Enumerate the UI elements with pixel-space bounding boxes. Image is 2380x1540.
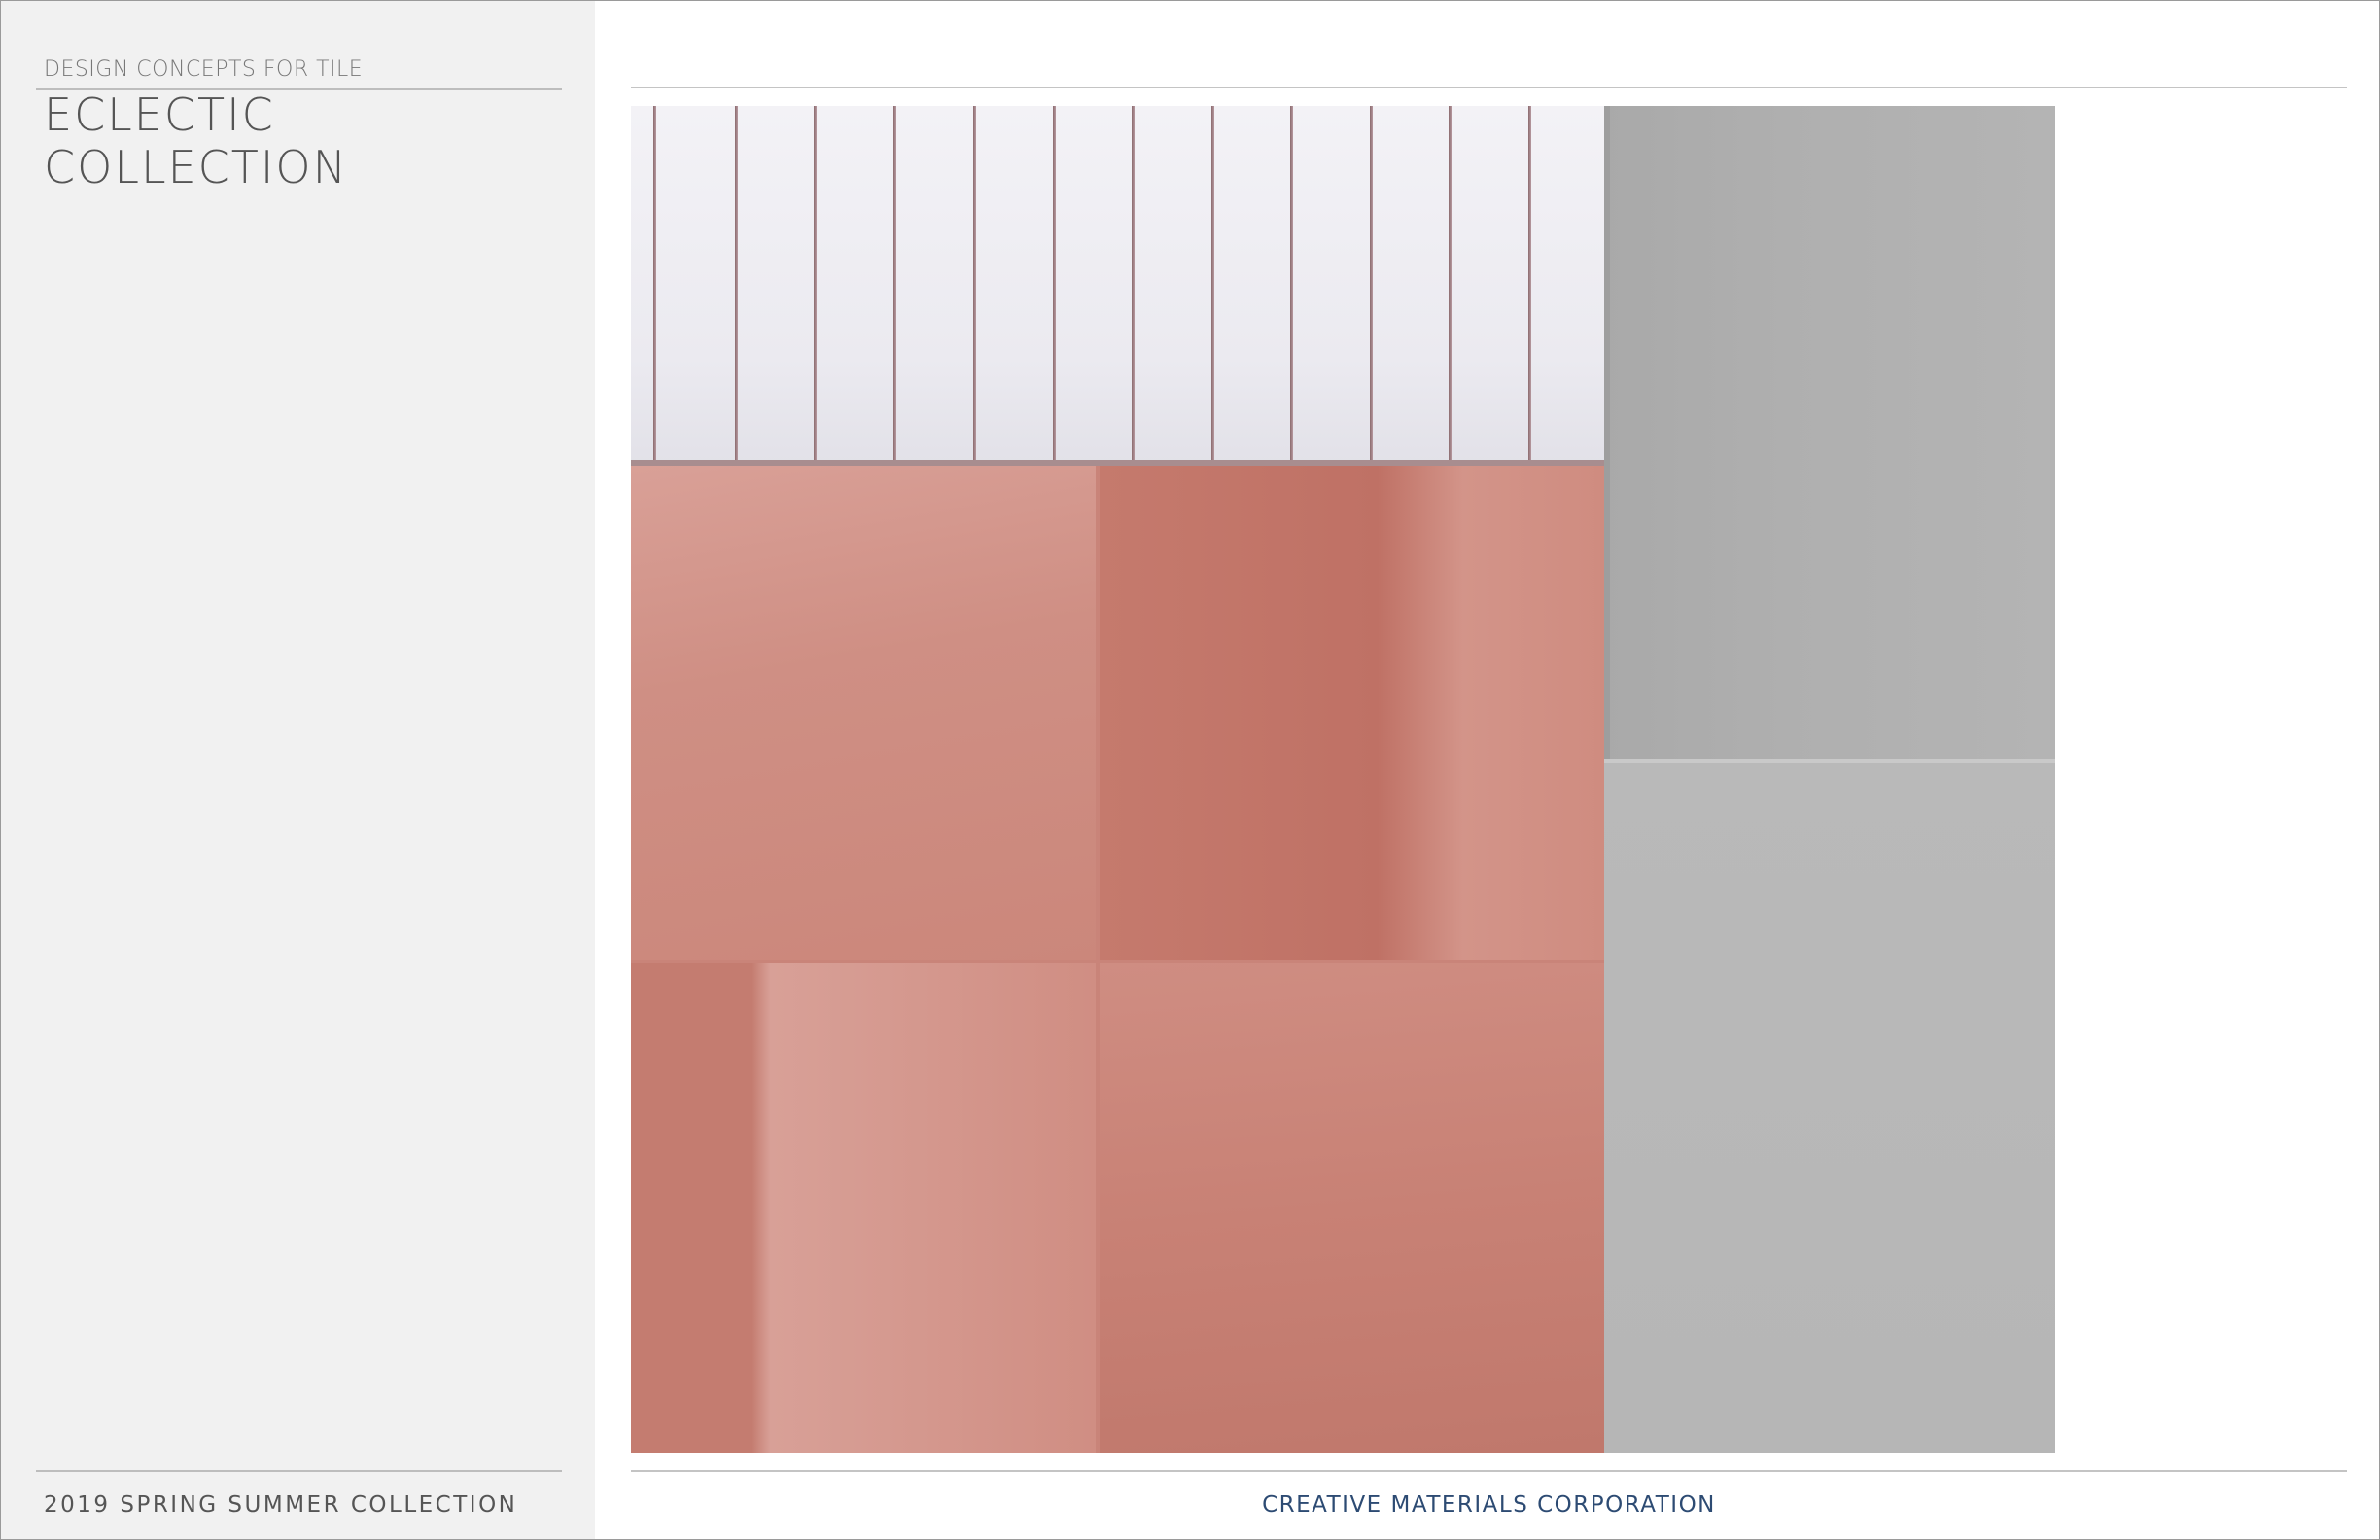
grey-tile-lower: [1604, 763, 2055, 1453]
tile-photo: [631, 106, 2055, 1453]
grout-line: [735, 106, 738, 466]
page: DESIGN CONCEPTS FOR TILE ECLECTIC COLLEC…: [0, 0, 2380, 1540]
grout-line: [1370, 106, 1373, 466]
divider: [36, 1470, 562, 1472]
grout-line: [1132, 106, 1135, 466]
pink-tile: [631, 466, 1096, 960]
grey-stone-tiles: [1604, 106, 2055, 1453]
grout-line: [1290, 106, 1293, 466]
pink-tiles: [631, 466, 1604, 1453]
pink-tile: [1100, 963, 1604, 1453]
divider: [631, 87, 2347, 88]
divider: [631, 1470, 2347, 1472]
grout-line: [1211, 106, 1214, 466]
white-subway-tiles: [631, 106, 1604, 466]
page-title: ECLECTIC COLLECTION: [44, 88, 349, 193]
left-panel: DESIGN CONCEPTS FOR TILE ECLECTIC COLLEC…: [1, 1, 595, 1539]
grout-line: [973, 106, 976, 466]
company-name: CREATIVE MATERIALS CORPORATION: [1262, 1492, 1716, 1518]
grout-line: [1053, 106, 1056, 466]
page-subtitle: DESIGN CONCEPTS FOR TILE: [44, 57, 364, 82]
grout-line: [893, 106, 896, 466]
pink-tile: [1100, 466, 1604, 960]
grout-line: [814, 106, 817, 466]
grout-line: [1528, 106, 1531, 466]
collection-season: 2019 SPRING SUMMER COLLECTION: [44, 1492, 518, 1518]
grout-line: [653, 106, 656, 466]
pink-tile: [631, 963, 1096, 1453]
grout-line: [1449, 106, 1452, 466]
